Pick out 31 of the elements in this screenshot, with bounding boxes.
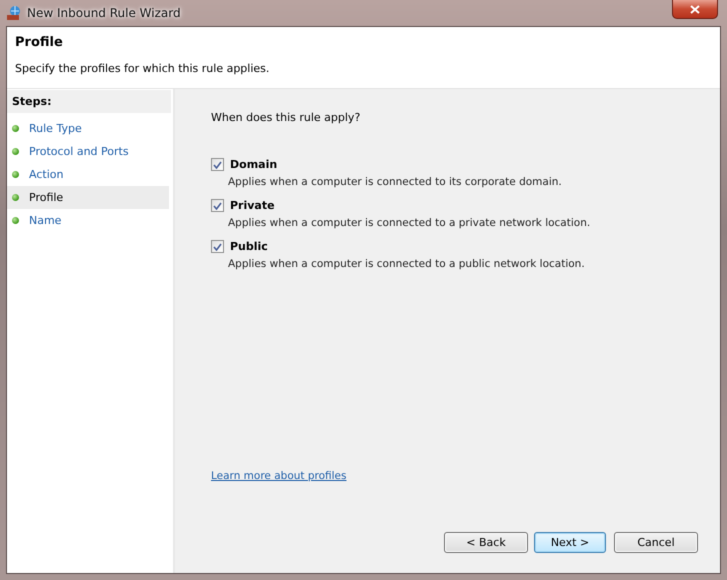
checkbox[interactable]	[211, 199, 224, 212]
checkbox-label: Domain	[230, 158, 278, 171]
close-icon	[690, 4, 700, 14]
checkbox[interactable]	[211, 240, 224, 253]
status-dot-icon	[12, 148, 19, 155]
checkbox-label: Public	[230, 240, 268, 253]
option-description: Applies when a computer is connected to its corporate domain.	[228, 176, 563, 188]
option-description: Applies when a computer is connected to a private network location.	[228, 217, 592, 229]
step-item[interactable]: Action	[7, 163, 169, 186]
checkbox-label: Private	[230, 199, 275, 212]
checkbox[interactable]	[211, 158, 224, 171]
status-dot-icon	[12, 171, 19, 178]
step-item[interactable]: Rule Type	[7, 117, 169, 140]
page-title: Profile	[15, 35, 64, 50]
page-subtitle: Specify the profiles for which this rule applies.	[15, 62, 270, 75]
close-button[interactable]	[672, 0, 718, 19]
dialog-button[interactable]: Cancel	[614, 532, 698, 553]
status-dot-icon	[12, 194, 19, 201]
step-item[interactable]: Name	[7, 209, 169, 232]
window-title: New Inbound Rule Wizard	[27, 6, 181, 20]
steps-title: Steps:	[7, 90, 171, 113]
default-button[interactable]: Next >	[534, 532, 606, 553]
step-item[interactable]: Protocol and Ports	[7, 140, 169, 163]
learn-more-link[interactable]: Learn more about profiles	[211, 470, 346, 482]
dialog-button[interactable]: < Back	[444, 532, 528, 553]
status-dot-icon	[12, 125, 19, 132]
option-description: Applies when a computer is connected to a public network location.	[228, 258, 586, 270]
globe-icon	[6, 5, 22, 21]
question-text: When does this rule apply?	[211, 111, 362, 124]
status-dot-icon	[12, 217, 19, 224]
step-item[interactable]: Profile	[7, 186, 169, 209]
